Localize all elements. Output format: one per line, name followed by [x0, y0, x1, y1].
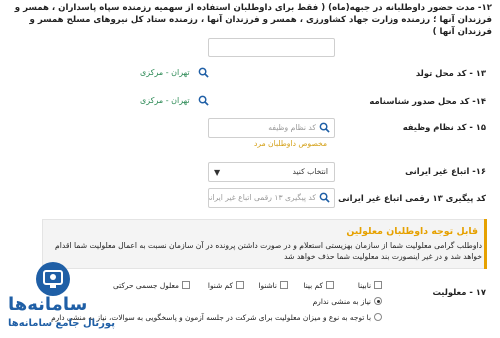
- radio[interactable]: [374, 313, 382, 321]
- option-physical[interactable]: معلول جسمی حرکتی: [113, 281, 190, 290]
- tracking-placeholder: کد پیگیری ۱۳ رقمی اتباع غیر ایرانی: [208, 193, 316, 202]
- issue-place-label: ۱۴- کد محل صدور شناسنامه: [369, 96, 486, 106]
- site-logo: سامانه‌ها پورتال جامع سامانه‌ها: [6, 262, 118, 336]
- no-scribe-radio[interactable]: نیاز به منشی ندارم: [313, 297, 382, 306]
- search-icon: [319, 122, 330, 133]
- tracking-label: کد پیگیری ۱۳ رقمی اتباع غیر ایرانی: [338, 193, 486, 203]
- notice-accent-bar: [484, 219, 487, 269]
- duty-hint: مخصوص داوطلبان مرد: [254, 139, 328, 148]
- birth-place-label: ۱۳ - کد محل تولد: [415, 68, 486, 78]
- notice-text: داوطلب گرامی معلولیت شما از سازمان بهزیس…: [55, 241, 482, 261]
- checkbox[interactable]: [326, 281, 334, 289]
- nationality-select[interactable]: ▼ انتخاب کنید: [208, 162, 335, 182]
- front-duration-input[interactable]: [208, 38, 335, 57]
- logo-emblem: [36, 262, 70, 296]
- notice-title: قابل توجه داوطلبان معلولین: [346, 226, 478, 237]
- nationality-selected: انتخاب کنید: [292, 167, 328, 176]
- search-icon[interactable]: [198, 95, 209, 106]
- birth-place-value: تهران - مرکزی: [140, 68, 190, 77]
- tracking-input[interactable]: کد پیگیری ۱۳ رقمی اتباع غیر ایرانی: [208, 188, 335, 208]
- duty-input[interactable]: کد نظام وظیفه: [208, 118, 335, 138]
- checkbox[interactable]: [280, 281, 288, 289]
- issue-place-value: تهران - مرکزی: [140, 96, 190, 105]
- disability-label: ۱۷ - معلولیت: [432, 287, 486, 297]
- option-blind[interactable]: نابینا: [358, 281, 382, 290]
- checkbox[interactable]: [236, 281, 244, 289]
- logo-tagline: پورتال جامع سامانه‌ها: [8, 318, 115, 329]
- duty-placeholder: کد نظام وظیفه: [268, 123, 316, 132]
- search-icon[interactable]: [198, 67, 209, 78]
- radio-selected[interactable]: [374, 297, 382, 305]
- monitor-icon: [43, 270, 63, 288]
- logo-name: سامانه‌ها: [8, 294, 88, 315]
- duty-label: ۱۵ - کد نظام وظیفه: [402, 122, 486, 132]
- nationality-label: ۱۶- اتباع غیر ایرانی: [405, 166, 486, 176]
- search-icon: [319, 192, 330, 203]
- checkbox[interactable]: [374, 281, 382, 289]
- caret-down-icon: ▼: [214, 168, 221, 177]
- option-low-vision[interactable]: کم بینا: [303, 281, 334, 290]
- intro-question: ۱۲- مدت حضور داوطلبانه در جبهه(ماه) ( فق…: [14, 3, 492, 37]
- option-hard-of-hearing[interactable]: کم شنوا: [208, 281, 244, 290]
- option-deaf[interactable]: ناشنوا: [258, 281, 288, 290]
- checkbox[interactable]: [182, 281, 190, 289]
